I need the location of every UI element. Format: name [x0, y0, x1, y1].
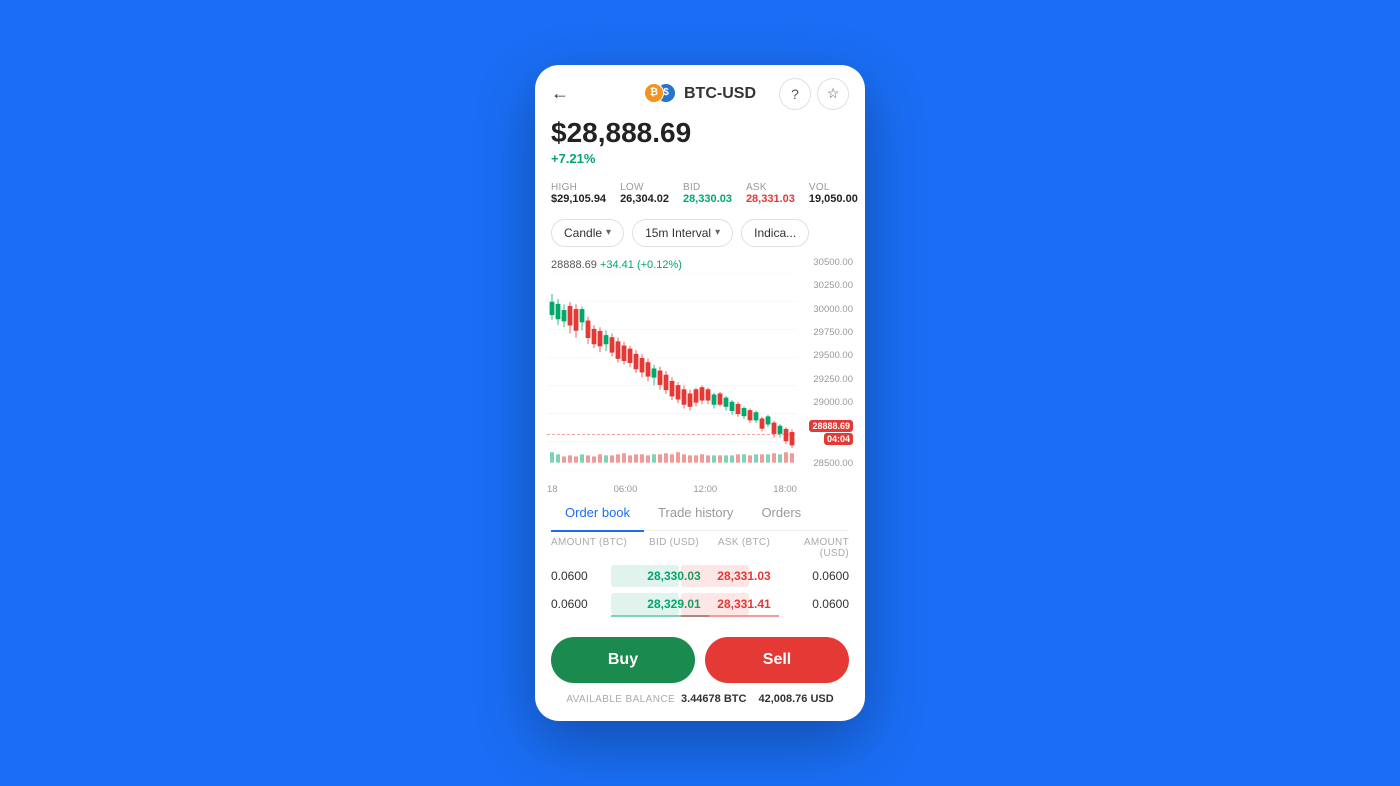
- stat-high: HIGH $29,105.94: [551, 182, 606, 205]
- chart-area: 28888.69 +34.41 (+0.12%): [543, 255, 857, 495]
- tabs-row: Order book Trade history Orders: [551, 495, 849, 532]
- toolbar: Candle ▾ 15m Interval ▾ Indica...: [535, 215, 865, 255]
- ask-underline-2: [681, 615, 779, 617]
- bid-bg-2: [611, 593, 679, 615]
- current-price-tag: 28888.69: [809, 420, 853, 432]
- bid-bg-1: [611, 565, 679, 587]
- star-button[interactable]: ☆: [817, 78, 849, 110]
- candle-chevron-icon: ▾: [606, 227, 611, 238]
- balance-row: AVAILABLE BALANCE 3.44678 BTC 42,008.76 …: [535, 693, 865, 721]
- price-change: +7.21%: [551, 151, 849, 166]
- col-amount-btc: AMOUNT (BTC): [551, 537, 639, 559]
- x-label-4: 18:00: [773, 484, 797, 495]
- price-section: $28,888.69 +7.21%: [535, 113, 865, 176]
- buy-sell-row: Buy Sell: [535, 625, 865, 693]
- action-buttons: ? ☆: [779, 78, 849, 110]
- stats-row: HIGH $29,105.94 LOW 26,304.02 BID 28,330…: [535, 176, 865, 215]
- pair-name: BTC-USD: [684, 85, 756, 103]
- current-time-tag: 04:04: [824, 433, 853, 445]
- btc-icon: ₿: [644, 83, 664, 103]
- y-label-5: 29500.00: [813, 350, 853, 361]
- stat-vol: VOL 19,050.00: [809, 182, 858, 205]
- help-button[interactable]: ?: [779, 78, 811, 110]
- interval-dropdown[interactable]: 15m Interval ▾: [632, 219, 733, 247]
- coin-icons: ₿ $: [644, 83, 678, 105]
- balance-label: AVAILABLE BALANCE: [566, 694, 675, 705]
- indicator-label: Indica...: [754, 226, 796, 240]
- stat-ask: ASK 28,331.03: [746, 182, 795, 205]
- stat-bid: BID 28,330.03: [683, 182, 732, 205]
- y-label-2: 30250.00: [813, 280, 853, 291]
- x-axis: 18 06:00 12:00 18:00: [547, 471, 797, 495]
- y-label-3: 30000.00: [813, 304, 853, 315]
- back-button[interactable]: ←: [551, 83, 569, 104]
- candle-label: Candle: [564, 226, 602, 240]
- ob-row-1: 0.0600 28,330.03 28,331.03 0.0600: [551, 563, 849, 589]
- ob-amount-usd-1: 0.0600: [779, 569, 849, 583]
- chart-price: 28888.69: [551, 259, 597, 271]
- col-ask: ASK (BTC): [709, 537, 779, 559]
- candle-dropdown[interactable]: Candle ▾: [551, 219, 624, 247]
- col-bid: BID (USD): [639, 537, 709, 559]
- coin-logo: ₿ $ BTC-USD: [644, 83, 756, 105]
- x-label-1: 18: [547, 484, 558, 495]
- balance-btc: 3.44678 BTC: [681, 693, 746, 705]
- ask-bg-1: [681, 565, 749, 587]
- y-label-7: 29000.00: [813, 397, 853, 408]
- balance-usd: 42,008.76 USD: [758, 693, 833, 705]
- interval-label: 15m Interval: [645, 226, 711, 240]
- indicator-dropdown[interactable]: Indica...: [741, 219, 809, 247]
- tab-orders[interactable]: Orders: [747, 495, 815, 532]
- ask-bg-2: [681, 593, 749, 615]
- header: ← ₿ $ BTC-USD ? ☆: [535, 65, 865, 113]
- sell-button[interactable]: Sell: [705, 637, 849, 683]
- y-label-4: 29750.00: [813, 327, 853, 338]
- col-amount-usd: AMOUNT (USD): [779, 537, 849, 559]
- y-label-6: 29250.00: [813, 374, 853, 385]
- x-label-2: 06:00: [614, 484, 638, 495]
- x-label-3: 12:00: [693, 484, 717, 495]
- interval-chevron-icon: ▾: [715, 227, 720, 238]
- stat-low: LOW 26,304.02: [620, 182, 669, 205]
- chart-svg: [547, 273, 797, 471]
- phone-card: ← ₿ $ BTC-USD ? ☆ $28,888.69 +7.21% HIGH…: [535, 65, 865, 722]
- tab-trade-history[interactable]: Trade history: [644, 495, 747, 532]
- y-axis: 30500.00 30250.00 30000.00 29750.00 2950…: [797, 255, 857, 471]
- ob-row-2: 0.0600 28,329.01 28,331.41 0.0600: [551, 591, 849, 617]
- tab-order-book[interactable]: Order book: [551, 495, 644, 532]
- ob-header: AMOUNT (BTC) BID (USD) ASK (BTC) AMOUNT …: [551, 537, 849, 559]
- chart-info: 28888.69 +34.41 (+0.12%): [551, 259, 682, 271]
- chart-change: +34.41 (+0.12%): [600, 259, 682, 271]
- main-price: $28,888.69: [551, 117, 849, 149]
- order-book: AMOUNT (BTC) BID (USD) ASK (BTC) AMOUNT …: [535, 531, 865, 625]
- y-label-1: 30500.00: [813, 257, 853, 268]
- buy-button[interactable]: Buy: [551, 637, 695, 683]
- y-label-8: 28500.00: [813, 458, 853, 469]
- ob-amount-usd-2: 0.0600: [779, 597, 849, 611]
